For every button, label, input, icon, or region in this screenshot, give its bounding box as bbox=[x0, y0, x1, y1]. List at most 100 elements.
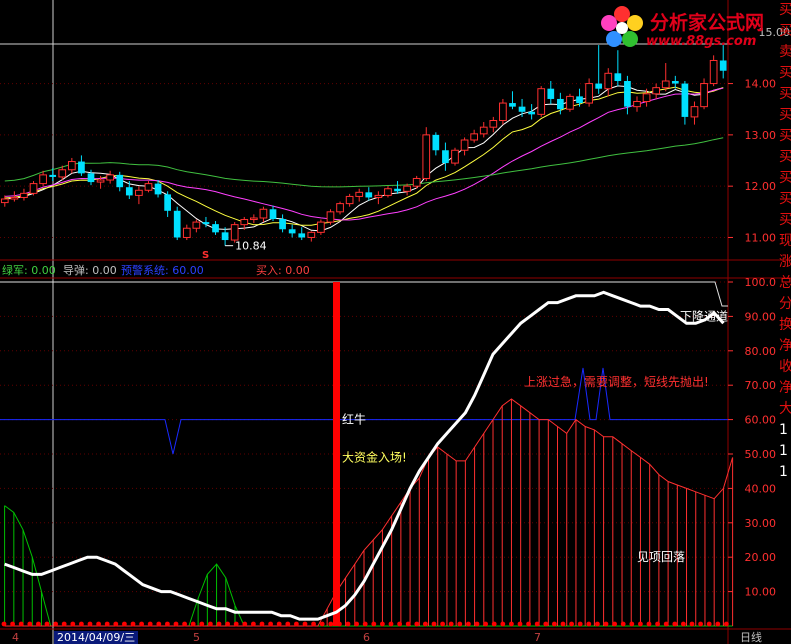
candle-body-down bbox=[518, 106, 526, 112]
signal-dot bbox=[474, 621, 480, 627]
low-price-annotation: 10.84 bbox=[235, 240, 267, 253]
ma5-line bbox=[4, 85, 724, 232]
signal-dot bbox=[715, 621, 721, 627]
signal-dot bbox=[388, 621, 394, 627]
indicator-tick-label: 10.00 bbox=[745, 586, 777, 599]
candle-body-up bbox=[499, 102, 507, 122]
signal-dot bbox=[638, 621, 643, 627]
timeframe-label[interactable]: 日线 bbox=[740, 631, 762, 644]
candle-body-up bbox=[355, 191, 364, 197]
candle-body-up bbox=[690, 106, 699, 118]
candle-body-down bbox=[154, 183, 162, 195]
right-edge-char: 买 bbox=[779, 65, 791, 81]
signal-dot bbox=[165, 621, 170, 627]
signal-dot bbox=[543, 621, 549, 627]
candle-body-down bbox=[557, 98, 564, 110]
right-edge-char: 净 bbox=[779, 380, 791, 396]
signal-dot bbox=[61, 621, 67, 627]
price-tick-label: 13.00 bbox=[745, 129, 777, 142]
signal-dot bbox=[431, 621, 437, 627]
signal-dot bbox=[147, 621, 153, 627]
candle-body-down bbox=[202, 222, 210, 225]
signal-dot bbox=[225, 621, 231, 627]
candle-body-up bbox=[566, 95, 574, 110]
candle-body-up bbox=[384, 188, 392, 196]
date-marker[interactable]: 2014/04/09/三 bbox=[54, 631, 139, 644]
signal-dot bbox=[27, 621, 33, 627]
candle-body-up bbox=[642, 93, 651, 103]
signal-dot bbox=[491, 621, 497, 627]
candle-body-down bbox=[576, 96, 583, 104]
signal-dot bbox=[216, 621, 222, 627]
signal-dot bbox=[483, 621, 488, 627]
candle-body-up bbox=[345, 195, 354, 205]
candle-body-down bbox=[624, 81, 631, 107]
warning-system-label: 预警系统: 60.00 bbox=[121, 264, 204, 277]
candle-body-down bbox=[671, 81, 679, 84]
candle-body-up bbox=[0, 198, 9, 204]
grid-lines bbox=[0, 0, 791, 644]
signal-dot bbox=[698, 621, 703, 627]
signal-dot bbox=[1, 621, 7, 627]
signal-dot bbox=[139, 621, 145, 627]
month-label-4: 4 bbox=[12, 631, 19, 644]
signal-dot bbox=[569, 621, 574, 627]
flower-logo-icon bbox=[601, 6, 643, 47]
signal-dot bbox=[208, 621, 213, 627]
right-edge-char: 买 bbox=[779, 23, 791, 39]
right-edge-char: 1 bbox=[779, 464, 788, 480]
signal-dot bbox=[302, 621, 308, 627]
signal-dot bbox=[397, 621, 402, 627]
right-edge-char: 涨 bbox=[779, 254, 791, 270]
signal-dot bbox=[182, 621, 188, 627]
right-edge-char: 买 bbox=[779, 170, 791, 186]
candle-body-down bbox=[221, 232, 229, 241]
signal-dot bbox=[586, 621, 592, 627]
signal-dot bbox=[526, 621, 531, 627]
buy-label: 买入: 0.00 bbox=[256, 264, 310, 277]
signal-dot bbox=[655, 621, 660, 627]
signal-dot bbox=[122, 621, 127, 627]
signal-dot bbox=[724, 621, 729, 627]
right-edge-char: 大 bbox=[779, 401, 791, 417]
signal-dot bbox=[130, 621, 136, 627]
indicator-tick-label: 50.00 bbox=[745, 448, 777, 461]
signal-dot bbox=[663, 621, 669, 627]
signal-dot bbox=[612, 621, 617, 627]
signal-dot bbox=[242, 621, 248, 627]
indicator-tick-label: 90.00 bbox=[745, 310, 777, 323]
signal-dot bbox=[96, 621, 101, 627]
candle-body-up bbox=[403, 185, 411, 192]
signal-dot bbox=[276, 621, 282, 627]
right-edge-char: 买 bbox=[779, 2, 791, 18]
right-edge-char: 收 bbox=[779, 359, 791, 375]
signal-dot bbox=[354, 621, 359, 627]
signal-dot bbox=[345, 621, 351, 627]
indicator-tick-label: 30.00 bbox=[745, 517, 777, 530]
signal-dot bbox=[294, 621, 299, 627]
signal-dot bbox=[173, 621, 179, 627]
green-army-label: 绿军: 0.00 bbox=[2, 264, 56, 277]
right-edge-char: 买 bbox=[779, 86, 791, 102]
right-edge-char: 换 bbox=[779, 317, 791, 333]
right-edge-char: 买 bbox=[779, 149, 791, 165]
overheat-annotation: 上涨过急，需要调整，短线先抛出! bbox=[524, 374, 709, 389]
signal-dot bbox=[113, 621, 119, 627]
signal-dot bbox=[53, 621, 58, 627]
right-edge-char: 卖 bbox=[779, 44, 791, 60]
right-edge-char: 1 bbox=[779, 422, 788, 438]
candle-body-up bbox=[326, 211, 335, 223]
candle-body-down bbox=[394, 188, 401, 192]
right-edge-char: 净 bbox=[779, 338, 791, 354]
candle-body-up bbox=[10, 196, 19, 200]
right-edge-char: 总 bbox=[779, 275, 791, 291]
ceiling-line bbox=[0, 281, 728, 307]
candle-body-down bbox=[49, 174, 57, 177]
indicator-tick-label: 60.00 bbox=[745, 414, 777, 427]
signal-dot bbox=[629, 621, 635, 627]
right-edge-labels: 买买卖买买买买买买买买现涨总分换净收净大11111 bbox=[779, 0, 791, 480]
signal-dot bbox=[199, 621, 205, 627]
signal-dot bbox=[104, 621, 110, 627]
signal-dot bbox=[362, 621, 368, 627]
candle-body-down bbox=[78, 161, 85, 174]
